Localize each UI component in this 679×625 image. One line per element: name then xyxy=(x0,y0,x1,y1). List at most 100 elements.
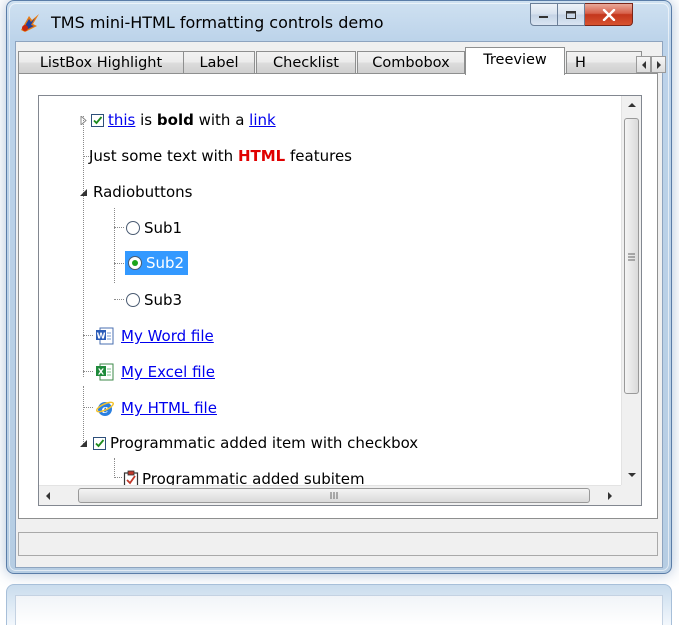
tab-html[interactable]: H xyxy=(566,51,642,73)
arrow-right-icon xyxy=(608,492,612,500)
svg-text:W: W xyxy=(97,332,106,341)
excel-file-link[interactable]: My Excel file xyxy=(121,363,215,381)
node-text: Just some text with xyxy=(89,147,238,165)
node-label: Radiobuttons xyxy=(93,183,193,201)
tree-node-sub2[interactable]: Sub2 xyxy=(125,248,189,278)
node-text: with a xyxy=(193,111,250,129)
node-link-link[interactable]: link xyxy=(249,111,276,129)
checkmark-icon xyxy=(95,438,105,447)
tree-node-programmatic-item[interactable]: Programmatic added item with checkbox xyxy=(93,428,418,458)
tab-scroll-buttons xyxy=(636,56,666,73)
tms-app-icon xyxy=(21,14,39,32)
tree-line xyxy=(83,386,84,444)
tree-node-html-file[interactable]: e My HTML file xyxy=(95,393,217,423)
clipboard-check-icon xyxy=(123,470,139,485)
arrow-right-icon xyxy=(656,60,661,69)
node-text: features xyxy=(285,147,352,165)
tree-node-radiobuttons[interactable]: Radiobuttons xyxy=(93,177,192,207)
tab-label[interactable]: Label xyxy=(183,51,255,73)
expanded-expander-icon[interactable] xyxy=(79,439,88,448)
node-label: Sub2 xyxy=(146,254,185,272)
tree-node-excel-file[interactable]: X My Excel file xyxy=(95,357,215,387)
close-icon xyxy=(602,8,615,21)
collapsed-expander-icon[interactable] xyxy=(79,116,88,125)
grip-icon xyxy=(330,492,338,499)
caption-buttons xyxy=(530,3,633,26)
arrow-left-icon xyxy=(46,492,50,500)
tree-line xyxy=(114,263,124,264)
tree-line xyxy=(114,477,122,478)
tree-node-sub1[interactable]: Sub1 xyxy=(126,213,182,243)
tree-content: this is bold with a link Just some text … xyxy=(39,96,621,485)
node-label: Sub1 xyxy=(144,219,183,237)
node-label: Sub3 xyxy=(144,291,183,309)
radio-sub3[interactable] xyxy=(126,293,140,307)
node-text: is xyxy=(135,111,157,129)
vertical-scrollbar[interactable] xyxy=(621,96,641,485)
scroll-up-button[interactable] xyxy=(622,96,642,114)
horizontal-scrollbar[interactable] xyxy=(39,485,621,505)
maximize-icon xyxy=(566,10,576,19)
tree-node-word-file[interactable]: W My Word file xyxy=(95,321,214,351)
tree-line xyxy=(114,208,115,283)
excel-doc-icon: X xyxy=(96,363,114,381)
tree-line xyxy=(114,458,115,478)
minimize-icon xyxy=(539,15,548,18)
node-checkbox[interactable] xyxy=(93,436,106,450)
expanded-expander-icon[interactable] xyxy=(79,188,88,197)
checkmark-icon xyxy=(93,115,103,124)
grip-icon xyxy=(628,253,635,261)
close-button[interactable] xyxy=(585,3,633,26)
radio-sub2[interactable] xyxy=(128,256,142,270)
reflection-inner xyxy=(15,595,663,625)
node-link-this[interactable]: this xyxy=(108,111,135,129)
tab-combobox[interactable]: Combobox xyxy=(357,51,465,73)
tab-treeview[interactable]: Treeview xyxy=(465,47,565,75)
tree-line xyxy=(114,227,124,228)
tab-listbox-highlight[interactable]: ListBox Highlight xyxy=(18,51,184,73)
scroll-down-button[interactable] xyxy=(622,466,642,484)
status-bar xyxy=(18,532,658,556)
minimize-button[interactable] xyxy=(530,3,558,26)
scroll-left-button[interactable] xyxy=(39,486,57,506)
scroll-right-button[interactable] xyxy=(601,486,619,506)
scrollbar-corner xyxy=(621,485,641,505)
node-label: Programmatic added item with checkbox xyxy=(110,434,419,452)
node-bold-text: bold xyxy=(156,111,194,129)
window-title: TMS mini-HTML formatting controls demo xyxy=(51,13,384,32)
html-file-link[interactable]: My HTML file xyxy=(121,399,217,417)
tree-line xyxy=(114,299,124,300)
tree-view[interactable]: this is bold with a link Just some text … xyxy=(38,95,642,506)
node-label: Programmatic added subitem xyxy=(142,470,365,485)
radio-sub1[interactable] xyxy=(126,221,140,235)
selected-node-highlight: Sub2 xyxy=(125,251,189,275)
horizontal-scroll-thumb[interactable] xyxy=(78,488,590,503)
arrow-down-icon xyxy=(628,473,636,477)
treeview-tab-panel: this is bold with a link Just some text … xyxy=(18,73,658,519)
maximize-button[interactable] xyxy=(558,3,585,26)
ie-html-icon: e xyxy=(95,401,115,416)
client-area: ListBox Highlight Label Checklist Combob… xyxy=(15,41,666,568)
tab-scroll-left-button[interactable] xyxy=(636,56,651,73)
html-highlight-text: HTML xyxy=(237,147,286,165)
tree-line xyxy=(83,371,93,372)
node-checkbox[interactable] xyxy=(91,113,104,127)
tab-scroll-right-button[interactable] xyxy=(651,56,666,73)
svg-text:X: X xyxy=(98,368,105,377)
tree-line xyxy=(83,407,93,408)
app-window: TMS mini-HTML formatting controls demo L… xyxy=(6,0,672,574)
tab-checklist[interactable]: Checklist xyxy=(256,51,356,73)
word-file-link[interactable]: My Word file xyxy=(121,327,214,345)
arrow-left-icon xyxy=(641,60,646,69)
vertical-scroll-thumb[interactable] xyxy=(624,118,639,394)
tree-node-sub3[interactable]: Sub3 xyxy=(126,285,182,315)
tab-strip: ListBox Highlight Label Checklist Combob… xyxy=(16,42,666,75)
tree-node-programmatic-subitem[interactable]: Programmatic added subitem xyxy=(123,464,365,485)
arrow-up-icon xyxy=(628,103,636,107)
tree-node-html-text[interactable]: Just some text with HTML features xyxy=(89,141,352,171)
title-bar[interactable]: TMS mini-HTML formatting controls demo xyxy=(7,1,671,41)
radio-selected-dot xyxy=(132,260,138,266)
window-reflection xyxy=(6,584,672,625)
word-doc-icon: W xyxy=(96,327,114,345)
tree-node-bold-link[interactable]: this is bold with a link xyxy=(91,105,276,135)
